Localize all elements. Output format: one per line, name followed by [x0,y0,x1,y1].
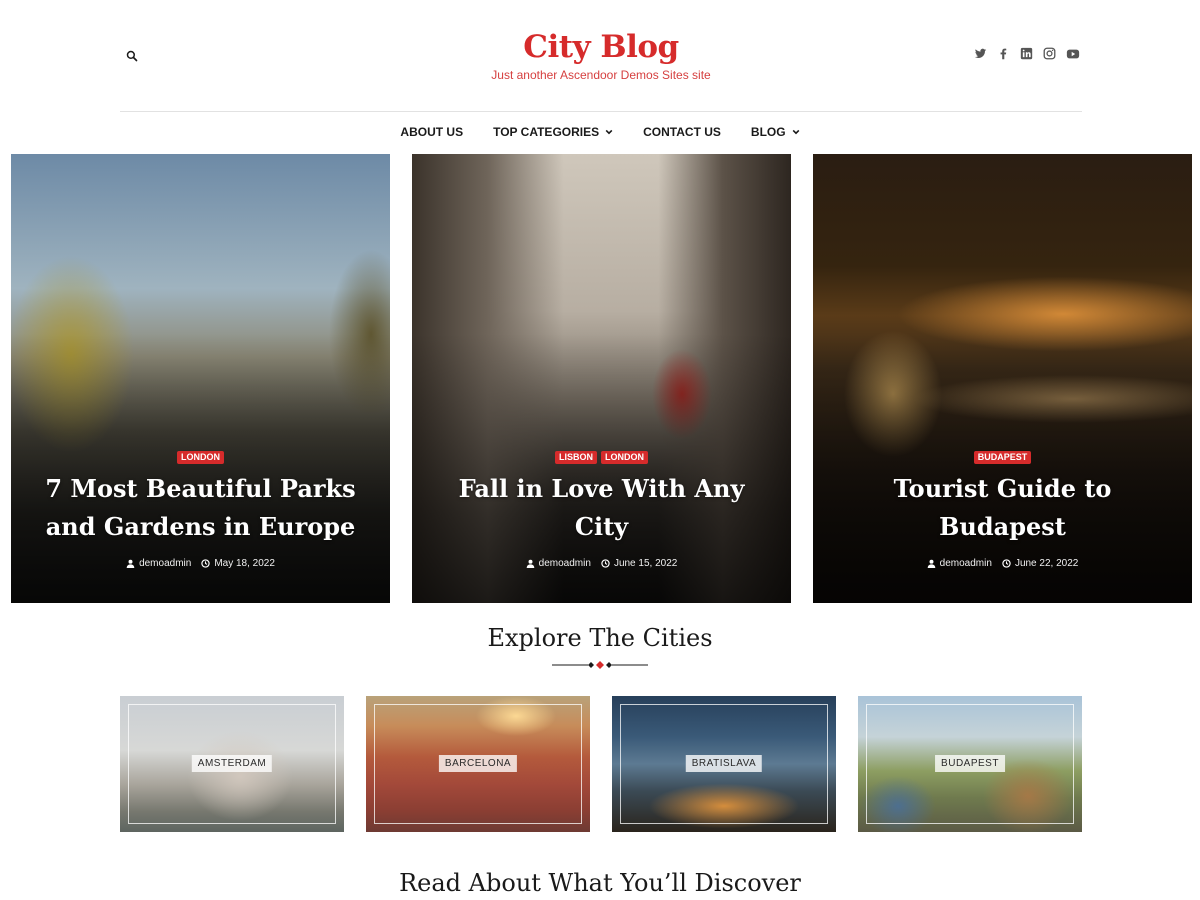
city-card-bratislava[interactable]: BRATISLAVA [612,696,836,832]
post-card[interactable]: LISBON LONDON Fall in Love With Any City… [412,154,791,603]
post-title[interactable]: 7 Most Beautiful Parks and Gardens in Eu… [33,470,368,546]
youtube-icon[interactable] [1066,47,1080,61]
date-text: May 18, 2022 [214,558,275,569]
author-name: demoadmin [939,558,992,569]
post-card[interactable]: BUDAPEST Tourist Guide to Budapest demoa… [813,154,1192,603]
main-navigation: ABOUT US TOP CATEGORIES CONTACT US BLOG [0,120,1200,146]
nav-label: TOP CATEGORIES [493,125,600,139]
user-icon [526,559,534,568]
post-meta: demoadmin May 18, 2022 [33,558,368,569]
author-name: demoadmin [538,558,591,569]
post-title[interactable]: Tourist Guide to Budapest [835,470,1170,546]
linkedin-icon[interactable] [1020,47,1034,61]
social-links [974,47,1080,61]
category-tag[interactable]: LONDON [177,451,224,464]
nav-top-categories[interactable]: TOP CATEGORIES [493,120,613,144]
city-card-barcelona[interactable]: BARCELONA [366,696,590,832]
post-tags: LISBON LONDON [434,451,769,464]
city-grid: AMSTERDAM BARCELONA BRATISLAVA BUDAPEST [120,696,1082,832]
category-tag[interactable]: LONDON [601,451,648,464]
nav-label: ABOUT US [400,125,464,139]
chevron-down-icon [605,129,613,135]
date-text: June 22, 2022 [1014,558,1079,569]
post-content: BUDAPEST Tourist Guide to Budapest demoa… [813,451,1192,569]
post-content: LONDON 7 Most Beautiful Parks and Garden… [11,451,390,569]
post-author[interactable]: demoadmin [927,558,992,569]
post-card[interactable]: LONDON 7 Most Beautiful Parks and Garden… [11,154,390,603]
featured-posts: LONDON 7 Most Beautiful Parks and Garden… [11,154,1192,603]
author-name: demoadmin [139,558,192,569]
city-label: BARCELONA [438,755,518,772]
post-author[interactable]: demoadmin [126,558,191,569]
post-author[interactable]: demoadmin [526,558,591,569]
date-text: June 15, 2022 [613,558,678,569]
facebook-icon[interactable] [997,47,1011,61]
chevron-down-icon [792,129,799,135]
city-label: BUDAPEST [935,755,1005,772]
city-card-budapest[interactable]: BUDAPEST [858,696,1082,832]
nav-about-us[interactable]: ABOUT US [400,120,463,144]
post-tags: LONDON [33,451,368,464]
post-meta: demoadmin June 15, 2022 [434,558,769,569]
post-tags: BUDAPEST [835,451,1170,464]
instagram-icon[interactable] [1043,47,1057,61]
twitter-icon[interactable] [974,47,988,61]
city-label: AMSTERDAM [191,755,273,772]
post-meta: demoadmin June 22, 2022 [835,558,1170,569]
clock-icon [601,559,610,568]
site-title[interactable]: City Blog [120,28,1082,66]
city-label: BRATISLAVA [685,755,763,772]
post-date[interactable]: May 18, 2022 [201,558,275,569]
user-icon [927,559,935,568]
user-icon [126,559,135,568]
site-branding: City Blog Just another Ascendoor Demos S… [120,28,1082,82]
post-title[interactable]: Fall in Love With Any City [434,470,769,546]
section-divider-ornament [552,661,648,669]
post-content: LISBON LONDON Fall in Love With Any City… [412,451,791,569]
site-header: City Blog Just another Ascendoor Demos S… [120,0,1082,112]
nav-contact-us[interactable]: CONTACT US [643,120,721,144]
clock-icon [201,559,211,568]
explore-section-title: Explore The Cities [487,624,713,652]
city-card-amsterdam[interactable]: AMSTERDAM [120,696,344,832]
nav-label: CONTACT US [643,125,721,139]
discover-section-title: Read About What You’ll Discover [399,869,801,897]
post-date[interactable]: June 22, 2022 [1002,558,1078,569]
nav-blog[interactable]: BLOG [751,120,800,144]
nav-label: BLOG [750,125,786,139]
post-date[interactable]: June 15, 2022 [601,558,677,569]
category-tag[interactable]: BUDAPEST [973,451,1032,464]
clock-icon [1002,559,1011,568]
category-tag[interactable]: LISBON [554,451,597,464]
site-tagline: Just another Ascendoor Demos Sites site [491,68,711,82]
